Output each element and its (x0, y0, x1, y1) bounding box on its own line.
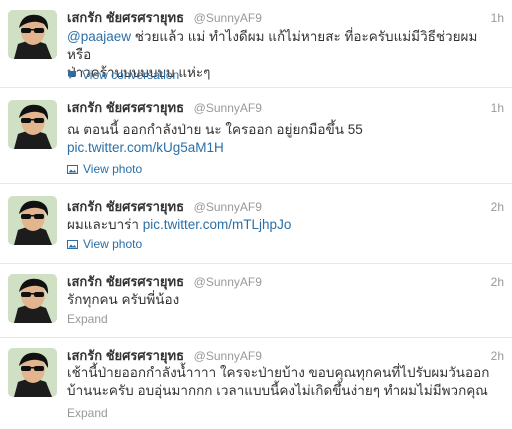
tweet-stream: เสกรัก ชัยศรศรายุทธ @SunnyAF9 1h @paajae… (0, 0, 512, 429)
avatar-image (8, 348, 57, 397)
tweet[interactable]: เสกรัก ชัยศรศรายุทธ @SunnyAF9 2h เช้านี้… (0, 338, 512, 429)
username[interactable]: @SunnyAF9 (194, 275, 262, 289)
avatar[interactable] (8, 196, 57, 245)
tweet[interactable]: เสกรัก ชัยศรศรายุทธ @SunnyAF9 1h ณ ตอนนี… (0, 88, 512, 184)
tweet-text-line1: ผมและบาร่า (67, 217, 140, 232)
mention-link[interactable]: @paajaew (67, 29, 131, 44)
tweet-header: เสกรัก ชัยศรศรายุทธ @SunnyAF9 1h (67, 10, 504, 26)
tweet-header: เสกรัก ชัยศรศรายุทธ @SunnyAF9 2h (67, 348, 504, 364)
photo-link[interactable]: pic.twitter.com/kUg5aM1H (67, 140, 224, 155)
avatar-image (8, 196, 57, 245)
timestamp[interactable]: 2h (491, 348, 504, 364)
fullname[interactable]: เสกรัก ชัยศรศรายุทธ (67, 274, 184, 289)
avatar[interactable] (8, 348, 57, 397)
tweet-text: เช้านี้ป่ายออกกำลังน้ำาาา ใครจะป่ายบ้าง … (67, 364, 494, 400)
expand-link[interactable]: Expand (67, 312, 108, 326)
view-photo-link[interactable]: View photo (67, 237, 142, 252)
tweet[interactable]: เสกรัก ชัยศรศรายุทธ @SunnyAF9 1h @paajae… (0, 0, 512, 88)
timestamp[interactable]: 2h (491, 274, 504, 290)
action-label: View conversation (82, 68, 180, 82)
fullname[interactable]: เสกรัก ชัยศรศรายุทธ (67, 199, 184, 214)
view-conversation-link[interactable]: View conversation (67, 68, 179, 83)
tweet-text: ผมและบาร่า pic.twitter.com/mTLjhpJo (67, 216, 494, 234)
username[interactable]: @SunnyAF9 (194, 101, 262, 115)
tweet-text: รักทุกคน ครับพี่น้อง (67, 291, 494, 309)
avatar-image (8, 100, 57, 149)
tweet-header: เสกรัก ชัยศรศรายุทธ @SunnyAF9 2h (67, 199, 504, 215)
username[interactable]: @SunnyAF9 (194, 11, 262, 25)
fullname[interactable]: เสกรัก ชัยศรศรายุทธ (67, 100, 184, 115)
fullname[interactable]: เสกรัก ชัยศรศรายุทธ (67, 348, 184, 363)
tweet-header: เสกรัก ชัยศรศรายุทธ @SunnyAF9 1h (67, 100, 504, 116)
avatar[interactable] (8, 100, 57, 149)
tweet-header: เสกรัก ชัยศรศรายุทธ @SunnyAF9 2h (67, 274, 504, 290)
avatar[interactable] (8, 274, 57, 323)
expand-link[interactable]: Expand (67, 406, 108, 420)
tweet-text-line1: ณ ตอนนี้ ออกกำลังป่าย นะ ใครออก อยู่ยกมื… (67, 122, 363, 137)
avatar-image (8, 10, 57, 59)
timestamp[interactable]: 1h (491, 100, 504, 116)
photo-icon (67, 163, 78, 177)
speech-bubble-icon (67, 69, 77, 83)
photo-link[interactable]: pic.twitter.com/mTLjhpJo (143, 217, 292, 232)
tweet[interactable]: เสกรัก ชัยศรศรายุทธ @SunnyAF9 2h รักทุกค… (0, 264, 512, 338)
tweet-text-line1: รักทุกคน ครับพี่น้อง (67, 292, 180, 307)
timestamp[interactable]: 2h (491, 199, 504, 215)
fullname[interactable]: เสกรัก ชัยศรศรายุทธ (67, 10, 184, 25)
username[interactable]: @SunnyAF9 (194, 200, 262, 214)
avatar[interactable] (8, 10, 57, 59)
view-photo-link[interactable]: View photo (67, 162, 142, 177)
tweet-text-line1: เช้านี้ป่ายออกกำลังน้ำาาา ใครจะป่ายบ้าง … (67, 365, 490, 380)
username[interactable]: @SunnyAF9 (194, 349, 262, 363)
avatar-image (8, 274, 57, 323)
timestamp[interactable]: 1h (491, 10, 504, 26)
photo-icon (67, 238, 78, 252)
tweet[interactable]: เสกรัก ชัยศรศรายุทธ @SunnyAF9 2h ผมและบา… (0, 184, 512, 264)
action-label: View photo (83, 162, 143, 176)
tweet-text: ณ ตอนนี้ ออกกำลังป่าย นะ ใครออก อยู่ยกมื… (67, 121, 494, 157)
action-label: View photo (83, 237, 143, 251)
tweet-text-line2: บ้านนะครับ อบอุ่นมากกก เวลาแบบนี้คงไม่เก… (67, 383, 488, 398)
